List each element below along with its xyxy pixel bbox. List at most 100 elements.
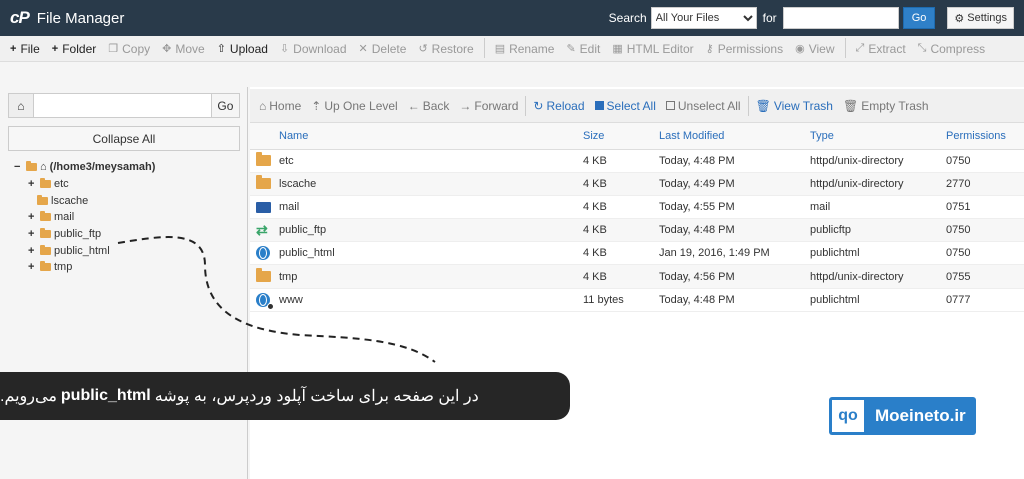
- tree-item-mail[interactable]: + mail: [14, 209, 247, 226]
- toolbar-file-button[interactable]: + File: [4, 36, 46, 61]
- home-icon: ⌂: [40, 161, 47, 174]
- folder-icon: [40, 244, 51, 255]
- nav-label: Forward: [474, 98, 519, 113]
- folder-icon: [256, 175, 271, 190]
- toolbar-move-button[interactable]: ✥ Move: [156, 36, 211, 61]
- tree-item-label: etc: [54, 178, 69, 191]
- navigation-bar: ⌂ Home ⇡ Up One Level ← Back → Forward ↻ Reload Se…: [250, 89, 1024, 123]
- upload-icon: ⇧: [216, 43, 226, 55]
- nav-select-all-button[interactable]: Select All: [590, 94, 661, 118]
- compress-icon: ⤡: [917, 42, 927, 54]
- search-scope-select[interactable]: All Your Files: [650, 7, 757, 29]
- tree-item-lscache[interactable]: lscache: [14, 192, 247, 209]
- expand-icon[interactable]: +: [28, 211, 37, 223]
- key-icon: ⚷: [705, 43, 714, 55]
- reload-icon: ↻: [533, 98, 544, 113]
- file-table: Name Size Last Modified Type Permissions…: [250, 123, 1024, 312]
- toolbar-delete-button[interactable]: ✕ Delete: [353, 36, 413, 61]
- tree-item-etc[interactable]: + etc: [14, 176, 247, 193]
- toolbar-permissions-button[interactable]: ⚷ Permissions: [700, 36, 789, 61]
- cpanel-logo-icon: cP: [10, 8, 30, 27]
- moeineto-logo: qo Moeineto.ir: [829, 397, 976, 435]
- toolbar-edit-button[interactable]: ✎ Edit: [560, 36, 606, 61]
- cell-perms: 2770: [942, 172, 1024, 196]
- toolbar-restore-button[interactable]: ↺ Restore: [412, 36, 479, 61]
- icon-column-header: [250, 123, 275, 150]
- file-icon-cell: ⇄: [250, 218, 275, 243]
- cell-type: httpd/unix-directory: [806, 149, 942, 173]
- path-input[interactable]: [33, 93, 212, 118]
- toolbar-label: View: [808, 41, 835, 56]
- cell-perms: 0750: [942, 149, 1024, 173]
- nav-empty-trash-button[interactable]: 🗑 Empty Trash: [838, 94, 934, 118]
- toolbar-folder-button[interactable]: + Folder: [46, 36, 102, 61]
- nav-home-button[interactable]: ⌂ Home: [254, 94, 306, 118]
- toolbar-extract-button[interactable]: ⤢ Extract: [850, 36, 912, 61]
- column-last-modified[interactable]: Last Modified: [655, 123, 806, 150]
- table-row[interactable]: mail 4 KB Today, 4:55 PM mail 0751: [250, 195, 1024, 220]
- nav-label: View Trash: [773, 98, 833, 113]
- cell-name: lscache: [275, 172, 579, 196]
- search-input[interactable]: [782, 7, 899, 29]
- cell-name: tmp: [275, 264, 579, 289]
- search-go-button[interactable]: Go: [902, 7, 936, 29]
- path-go-button[interactable]: Go: [211, 93, 240, 118]
- toolbar-label: Copy: [122, 41, 151, 56]
- nav-back-button[interactable]: ← Back: [403, 94, 455, 118]
- settings-button[interactable]: ⚙ Settings: [947, 7, 1014, 29]
- toolbar-download-button[interactable]: ⇩ Download: [274, 36, 353, 61]
- expand-icon[interactable]: +: [28, 261, 37, 273]
- column-permissions[interactable]: Permissions: [942, 123, 1024, 150]
- nav-up-one-level-button[interactable]: ⇡ Up One Level: [306, 94, 402, 118]
- collapse-icon[interactable]: −: [14, 161, 23, 173]
- folder-open-icon: [26, 161, 37, 172]
- restore-icon: ↺: [418, 43, 428, 55]
- tree-item-tmp[interactable]: + tmp: [14, 259, 247, 276]
- table-row[interactable]: tmp 4 KB Today, 4:56 PM httpd/unix-director…: [250, 264, 1024, 289]
- tree-item-public-ftp[interactable]: + public_ftp: [14, 226, 247, 243]
- table-row[interactable]: etc 4 KB Today, 4:48 PM httpd/unix-director…: [250, 149, 1024, 173]
- file-icon-cell: [250, 172, 275, 196]
- delete-icon: ✕: [358, 43, 368, 55]
- checkbox-checked-icon: [594, 101, 604, 110]
- nav-reload-button[interactable]: ↻ Reload: [528, 94, 589, 118]
- cell-perms: 0777: [942, 288, 1024, 312]
- table-row[interactable]: lscache 4 KB Today, 4:49 PM httpd/unix-dire…: [250, 172, 1024, 196]
- up-arrow-icon: ⇡: [311, 98, 322, 113]
- column-name[interactable]: Name: [275, 123, 579, 150]
- toolbar-upload-button[interactable]: ⇧ Upload: [211, 36, 274, 61]
- tree-item-label: lscache: [51, 194, 89, 207]
- table-row[interactable]: ⇄ public_ftp 4 KB Today, 4:48 PM publicftp 07…: [250, 218, 1024, 243]
- copy-icon: ❐: [108, 43, 119, 55]
- nav-unselect-all-button[interactable]: Unselect All: [661, 94, 746, 118]
- nav-view-trash-button[interactable]: 🗑 View Trash: [751, 94, 838, 118]
- mail-icon: [256, 201, 271, 213]
- toolbar: + File + Folder ❐ Copy ✥ Move ⇧ Upload ⇩ Download ✕ D…: [0, 36, 1024, 62]
- expand-icon[interactable]: +: [28, 228, 37, 240]
- file-icon-cell: [250, 264, 275, 289]
- file-icon-cell: [250, 149, 275, 173]
- home-icon: ⌂: [259, 98, 267, 113]
- toolbar-html-editor-button[interactable]: ▦ HTML Editor: [606, 36, 699, 61]
- toolbar-view-button[interactable]: ◉ View: [789, 36, 840, 61]
- cell-name: public_ftp: [275, 218, 579, 243]
- nav-forward-button[interactable]: → Forward: [454, 94, 523, 118]
- forward-arrow-icon: →: [459, 98, 472, 113]
- column-type[interactable]: Type: [806, 123, 942, 150]
- toolbar-copy-button[interactable]: ❐ Copy: [102, 36, 156, 61]
- nav-label: Up One Level: [324, 98, 398, 113]
- tree-item-public-html[interactable]: + public_html: [14, 242, 247, 259]
- collapse-all-button[interactable]: Collapse All: [8, 126, 240, 151]
- folder-icon: [40, 228, 51, 239]
- toolbar-rename-button[interactable]: ▤ Rename: [489, 36, 561, 61]
- column-size[interactable]: Size: [579, 123, 655, 150]
- table-row[interactable]: www 11 bytes Today, 4:48 PM publichtml 0777: [250, 288, 1024, 312]
- home-icon[interactable]: ⌂: [8, 93, 34, 118]
- tree-root[interactable]: − ⌂ (/home3/meysamah): [14, 159, 247, 176]
- expand-icon[interactable]: +: [28, 178, 37, 190]
- folder-icon: [37, 194, 48, 205]
- toolbar-compress-button[interactable]: ⤡ Compress: [912, 36, 992, 61]
- table-row[interactable]: public_html 4 KB Jan 19, 2016, 1:49 PM publ…: [250, 241, 1024, 266]
- search-area: Search All Your Files for Go ⚙ Settings: [609, 7, 1014, 29]
- expand-icon[interactable]: +: [28, 245, 37, 257]
